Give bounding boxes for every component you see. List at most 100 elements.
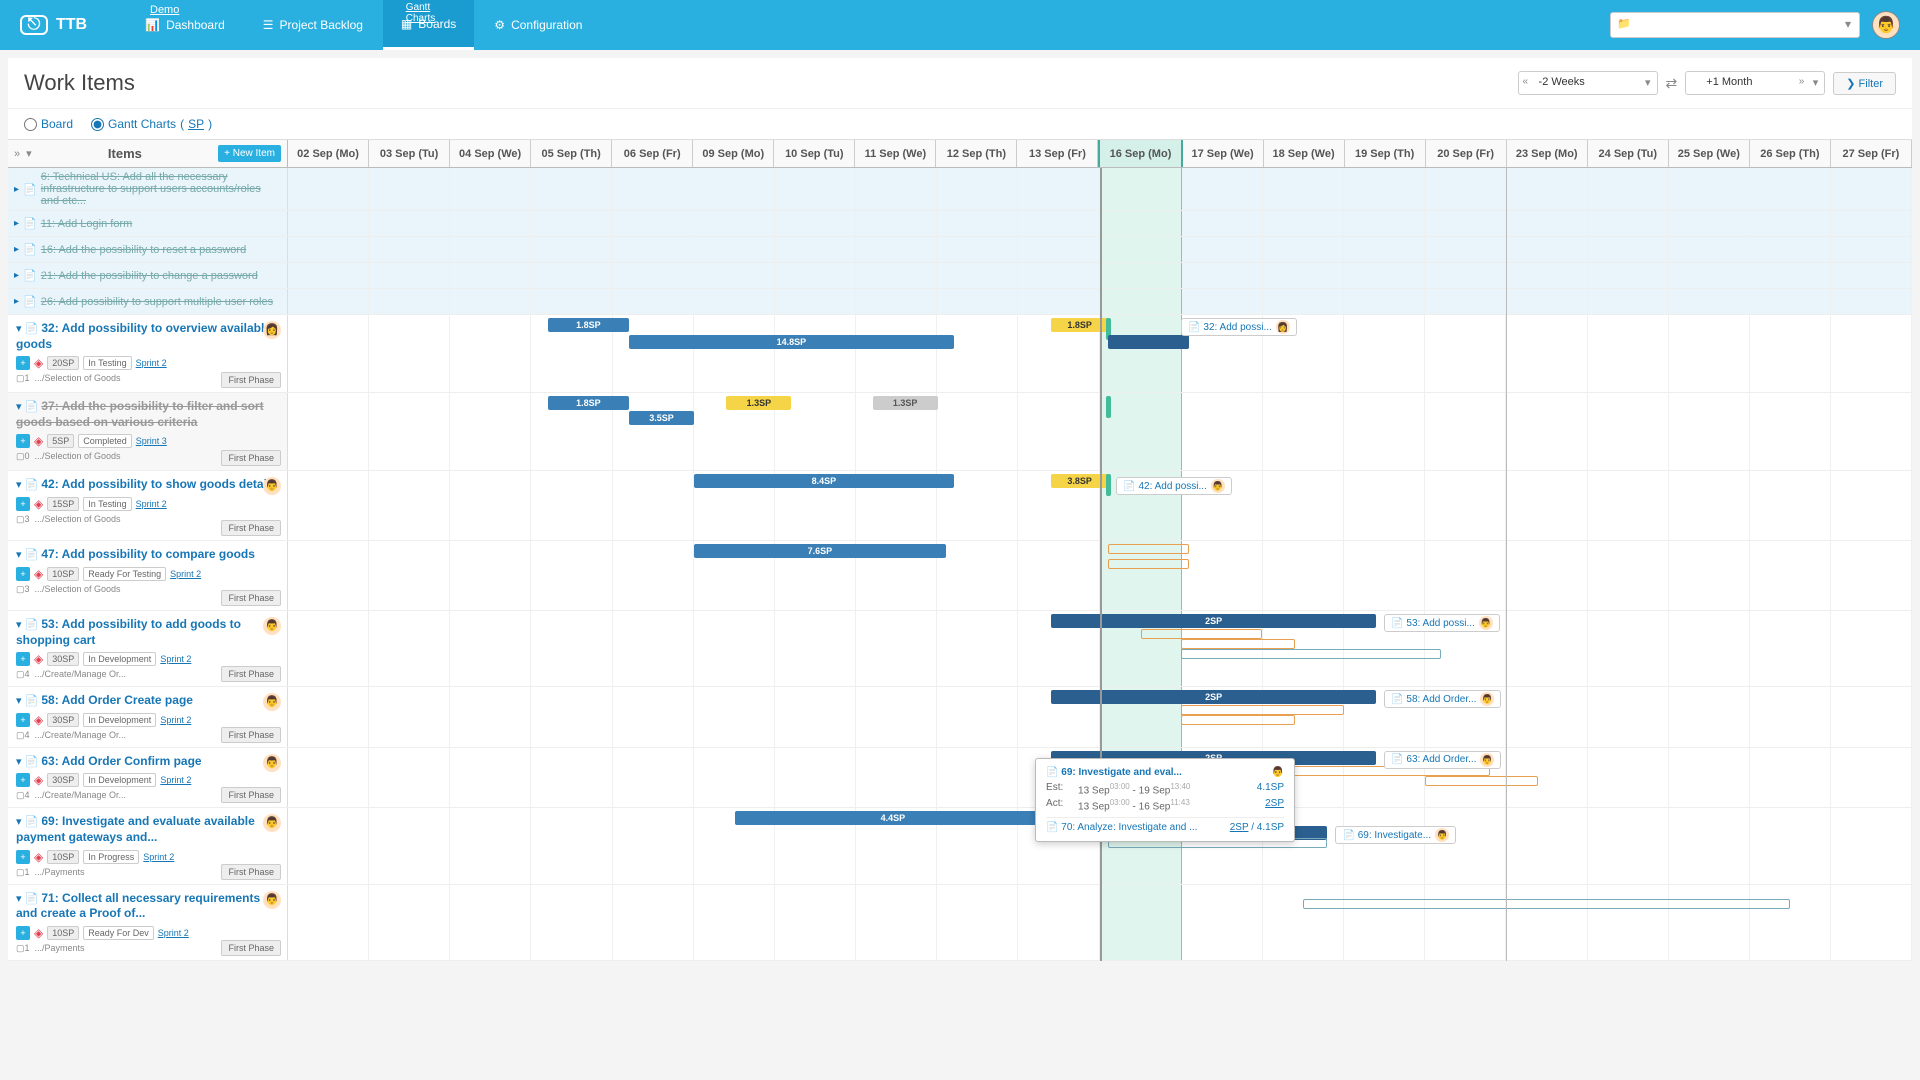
range-fwd-select[interactable]: +1 Month»	[1685, 71, 1825, 95]
add-icon[interactable]: +	[16, 850, 30, 864]
assignee-avatar[interactable]: 👨	[263, 754, 281, 772]
float-label-63[interactable]: 📄 63: Add Order... 👨	[1384, 751, 1501, 769]
view-gantt-radio[interactable]: Gantt Charts (SP)	[91, 117, 212, 131]
item-card-37[interactable]: ▾ 📄 37: Add the possibility to filter an…	[8, 393, 288, 470]
filter-button[interactable]: ❯ Filter	[1833, 72, 1896, 95]
nav-dashboard[interactable]: 📊 Dashboard	[127, 0, 243, 50]
add-icon[interactable]: +	[16, 356, 30, 370]
view-board-radio[interactable]: Board	[24, 117, 73, 131]
gantt-bar[interactable]	[1108, 544, 1189, 554]
item-card-69[interactable]: ▾ 📄 69: Investigate and evaluate availab…	[8, 808, 288, 883]
gantt-bar[interactable]	[1303, 899, 1790, 909]
gantt-bar[interactable]	[1181, 639, 1295, 649]
sprint-link[interactable]: Sprint 2	[136, 358, 167, 368]
add-icon[interactable]: +	[16, 773, 30, 787]
chevron-down-icon[interactable]: ▾	[16, 549, 22, 561]
assignee-avatar[interactable]: 👨	[263, 814, 281, 832]
assignee-avatar[interactable]: 👨	[263, 693, 281, 711]
gantt-bar[interactable]	[1106, 396, 1110, 418]
float-label-32[interactable]: 📄 32: Add possi... 👩	[1181, 318, 1297, 336]
chevron-right-icon[interactable]: ▸	[14, 270, 19, 281]
float-label-69[interactable]: 📄 69: Investigate... 👨	[1335, 826, 1456, 844]
gantt-bar[interactable]	[1141, 629, 1263, 639]
collapsed-row-3[interactable]: ▸ 📄 21: Add the possibility to change a …	[8, 263, 288, 288]
add-icon[interactable]: +	[16, 497, 30, 511]
add-icon[interactable]: +	[16, 926, 30, 940]
chevron-right-icon[interactable]: ▸	[14, 244, 19, 255]
gantt-bar[interactable]	[1108, 335, 1189, 349]
chevron-right-icon[interactable]: ▸	[14, 296, 19, 307]
new-item-button[interactable]: + New Item	[218, 145, 281, 162]
sprint-link[interactable]: Sprint 3	[136, 436, 167, 446]
gantt-bar[interactable]	[1425, 776, 1539, 786]
gantt-bar[interactable]	[1181, 649, 1441, 659]
chevron-down-icon[interactable]: ▾	[16, 893, 22, 905]
priority-icon: ◈	[34, 850, 43, 864]
item-card-32[interactable]: ▾ 📄 32: Add possibility to overview avai…	[8, 315, 288, 392]
gantt-bar[interactable]: 8.4SP	[694, 474, 954, 488]
sprint-link[interactable]: Sprint 2	[136, 499, 167, 509]
gantt-bar[interactable]: 1.3SP	[726, 396, 791, 410]
gantt-bar[interactable]	[1181, 705, 1343, 715]
chevron-right-icon[interactable]: ▸	[14, 184, 19, 195]
chevron-down-icon[interactable]: ▾	[16, 816, 22, 828]
gantt-bar[interactable]: 7.6SP	[694, 544, 946, 558]
gantt-bar[interactable]: 1.8SP	[548, 318, 629, 332]
chevron-right-icon[interactable]: ▸	[14, 218, 19, 229]
collapsed-row-2[interactable]: ▸ 📄 16: Add the possibility to reset a p…	[8, 237, 288, 262]
assignee-avatar[interactable]: 👨	[263, 477, 281, 495]
sprint-link[interactable]: Sprint 2	[160, 715, 191, 725]
add-icon[interactable]: +	[16, 652, 30, 666]
float-label-42[interactable]: 📄 42: Add possi... 👨	[1116, 477, 1232, 495]
expand-all-icon[interactable]: »	[14, 148, 20, 160]
item-card-63[interactable]: ▾ 📄 63: Add Order Confirm page👨+◈30SPIn …	[8, 748, 288, 808]
swap-icon[interactable]: ⇄	[1666, 75, 1678, 92]
gantt-bar[interactable]: 3.5SP	[629, 411, 694, 425]
gantt-bar[interactable]: 1.8SP	[548, 396, 629, 410]
gantt-bar[interactable]: 4.4SP	[735, 811, 1052, 825]
assignee-avatar[interactable]: 👩	[263, 321, 281, 339]
gantt-bar[interactable]: 1.3SP	[873, 396, 938, 410]
add-icon[interactable]: +	[16, 567, 30, 581]
sprint-link[interactable]: Sprint 2	[160, 654, 191, 664]
user-avatar[interactable]: 👨	[1872, 11, 1900, 39]
float-label-58[interactable]: 📄 58: Add Order... 👨	[1384, 690, 1501, 708]
status-tag: In Development	[83, 713, 156, 727]
gantt-bar[interactable]: 14.8SP	[629, 335, 954, 349]
sprint-link[interactable]: Sprint 2	[158, 928, 189, 938]
chevron-down-icon[interactable]: ▾	[16, 401, 22, 413]
gantt-bar[interactable]	[1108, 559, 1189, 569]
chevron-down-icon[interactable]: ▾	[16, 619, 22, 631]
collapsed-row-1[interactable]: ▸ 📄 11: Add Login form	[8, 211, 288, 236]
chevron-down-icon[interactable]: ▾	[16, 323, 22, 335]
nav-boards[interactable]: Gantt Charts ▦ Boards	[383, 0, 474, 50]
collapsed-row-0[interactable]: ▸ 📄 6: Technical US: Add all the necessa…	[8, 168, 288, 210]
gantt-bar[interactable]	[1106, 474, 1110, 496]
collapsed-row-4[interactable]: ▸ 📄 26: Add possibility to support multi…	[8, 289, 288, 314]
assignee-avatar[interactable]: 👨	[263, 891, 281, 909]
range-back-select[interactable]: «-2 Weeks	[1518, 71, 1658, 95]
add-icon[interactable]: +	[16, 713, 30, 727]
nav-badge[interactable]: Gantt Charts	[406, 2, 452, 24]
chevron-down-icon[interactable]: ▾	[16, 695, 22, 707]
chevron-down-icon[interactable]: ▾	[16, 756, 22, 768]
nav-config[interactable]: ⚙ Configuration	[476, 0, 600, 50]
item-card-42[interactable]: ▾ 📄 42: Add possibility to show goods de…	[8, 471, 288, 540]
gantt-bar[interactable]	[1181, 715, 1295, 725]
assignee-avatar[interactable]: 👨	[263, 617, 281, 635]
nav-backlog[interactable]: ☰ Project Backlog	[245, 0, 381, 50]
project-select[interactable]: Online Store	[1610, 12, 1860, 38]
collapse-icon[interactable]: ▾	[26, 147, 32, 160]
chevron-down-icon[interactable]: ▾	[16, 479, 22, 491]
float-label-53[interactable]: 📄 53: Add possi... 👨	[1384, 614, 1500, 632]
item-card-47[interactable]: ▾ 📄 47: Add possibility to compare goods…	[8, 541, 288, 610]
item-card-53[interactable]: ▾ 📄 53: Add possibility to add goods to …	[8, 611, 288, 686]
sprint-link[interactable]: Sprint 2	[143, 852, 174, 862]
add-icon[interactable]: +	[16, 434, 30, 448]
item-card-71[interactable]: ▾ 📄 71: Collect all necessary requiremen…	[8, 885, 288, 960]
item-card-58[interactable]: ▾ 📄 58: Add Order Create page👨+◈30SPIn D…	[8, 687, 288, 747]
sprint-link[interactable]: Sprint 2	[170, 569, 201, 579]
priority-icon: ◈	[34, 652, 43, 666]
sprint-link[interactable]: Sprint 2	[160, 775, 191, 785]
logo[interactable]: ⎋ TTB	[20, 15, 87, 35]
